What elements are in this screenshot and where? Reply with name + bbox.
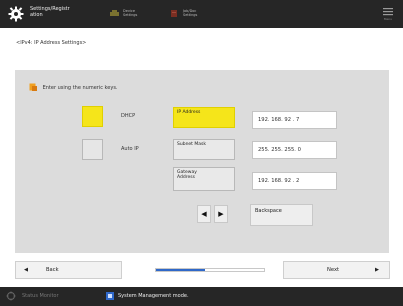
cursor-left-button[interactable]: ◀ [197, 205, 211, 223]
document-icon [171, 10, 177, 17]
dhcp-toggle[interactable] [82, 106, 103, 127]
hand-pointer-icon [29, 83, 37, 91]
next-label: Next [327, 267, 340, 273]
top-bar: Settings/Registr ation Device Settings J… [0, 0, 403, 28]
instruction: Enter using the numeric keys. [29, 83, 118, 92]
auto-ip-toggle[interactable] [82, 139, 103, 160]
status-monitor-icon [6, 291, 16, 301]
breadcrumb: <IPv4: IP Address Settings> [16, 40, 87, 46]
gear-icon [8, 6, 24, 22]
menu-button[interactable]: Menu [381, 6, 395, 22]
subnet-mask-button[interactable]: Subnet Mask [173, 139, 235, 160]
back-button[interactable]: ◀ Back [15, 261, 122, 279]
ip-address-button[interactable]: IP Address [173, 107, 235, 128]
device-settings-label: Device Settings [123, 9, 138, 17]
menu-label: Menu [383, 17, 393, 21]
backspace-button[interactable]: Backspace [250, 204, 313, 226]
gateway-address-value: 192. 168. 92 . 2 [252, 172, 337, 190]
instruction-text: Enter using the numeric keys. [42, 85, 118, 91]
dhcp-label: DHCP [121, 113, 136, 119]
status-monitor-button[interactable]: Status Monitor [6, 291, 76, 302]
progress-bar [155, 268, 265, 272]
cursor-right-button[interactable]: ▶ [214, 205, 228, 223]
status-message: System Management mode. [118, 293, 189, 299]
subnet-mask-value: 255. 255. 255. 0 [252, 141, 337, 159]
next-button[interactable]: Next ▶ [283, 261, 390, 279]
system-info-icon [106, 292, 114, 300]
status-monitor-label: Status Monitor [22, 293, 59, 299]
printer-icon [110, 10, 119, 16]
next-arrow-icon: ▶ [375, 267, 379, 273]
ip-address-value: 192. 168. 92 . 7 [252, 111, 337, 129]
app-title: Settings/Registr ation [30, 6, 70, 18]
job-doc-settings-shortcut[interactable]: Job/Doc Settings [170, 8, 220, 20]
back-arrow-icon: ◀ [24, 267, 28, 273]
back-label: Back [46, 267, 59, 273]
job-doc-settings-label: Job/Doc Settings [183, 9, 198, 17]
gateway-address-button[interactable]: Gateway Address [173, 167, 235, 191]
settings-panel: Enter using the numeric keys. DHCP Auto … [15, 70, 389, 253]
auto-ip-label: Auto IP [121, 146, 139, 152]
gateway-label-line2: Address [177, 175, 195, 180]
device-settings-shortcut[interactable]: Device Settings [110, 8, 160, 20]
status-bar: Status Monitor System Management mode. [0, 287, 403, 306]
progress-fill [156, 269, 205, 271]
